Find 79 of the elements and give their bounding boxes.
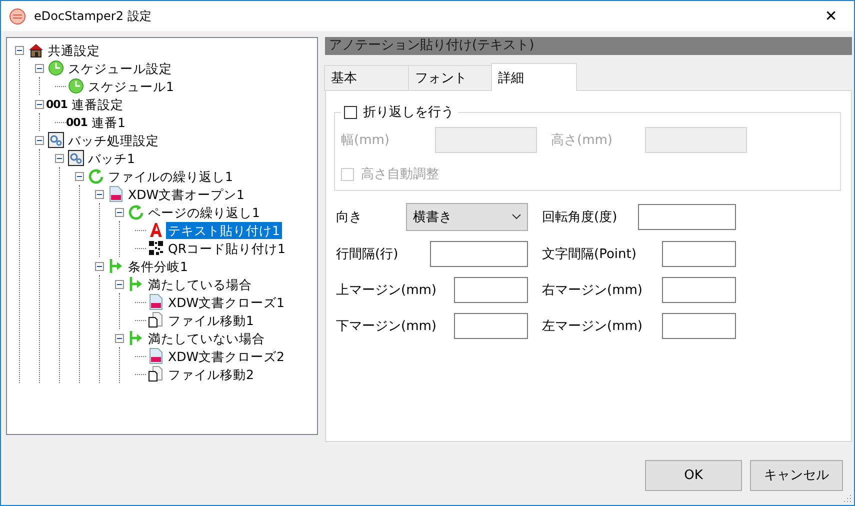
checkbox-label: 高さ自動調整 (361, 166, 439, 183)
collapse-icon[interactable] (15, 46, 24, 54)
input-field[interactable] (638, 204, 736, 230)
tree-item[interactable]: スケジュール1 (86, 78, 176, 94)
branch-icon (128, 276, 144, 292)
tree-item[interactable]: XDW文書クローズ1 (166, 294, 287, 310)
field-label: 文字間隔(Point) (542, 246, 636, 263)
qr-code-icon (148, 240, 164, 256)
tree-item[interactable]: ページの繰り返し1 (146, 204, 262, 220)
input-field[interactable] (662, 241, 736, 267)
input-field[interactable] (662, 313, 736, 339)
tree-item[interactable]: XDW文書クローズ2 (166, 348, 287, 364)
tree-item[interactable]: 満たしていない場合 (146, 330, 267, 346)
number-icon: 001 (66, 116, 88, 128)
file-icon (148, 312, 164, 328)
tree-item[interactable]: QRコード貼り付け1 (166, 240, 288, 256)
input-field[interactable] (662, 277, 736, 303)
ok-button[interactable]: OK (645, 460, 742, 490)
branch-icon (128, 330, 144, 346)
tree-item[interactable]: ファイルの繰り返し1 (106, 168, 235, 184)
tree-item[interactable]: ファイル移動1 (166, 312, 256, 328)
tree-item[interactable]: 満たしている場合 (146, 276, 254, 292)
document-icon (108, 186, 124, 202)
house-icon (28, 42, 44, 58)
collapse-icon[interactable] (115, 280, 124, 288)
gear-icon (48, 132, 64, 148)
checkbox[interactable] (344, 106, 357, 118)
field-label: 向き (336, 209, 362, 226)
field-label: 右マージン(mm) (542, 282, 642, 299)
tree-item[interactable]: テキスト貼り付け1 (166, 222, 282, 238)
document-icon (148, 348, 164, 364)
chevron-icon (512, 214, 521, 220)
tree-item[interactable]: スケジュール設定 (66, 60, 174, 76)
checkbox-label: 折り返しを行う (363, 104, 454, 121)
collapse-icon[interactable] (55, 154, 64, 162)
tree-item[interactable]: 共通設定 (46, 42, 102, 58)
collapse-icon[interactable] (35, 64, 44, 72)
tab[interactable]: 基本 (324, 65, 409, 91)
collapse-icon[interactable] (35, 136, 44, 144)
collapse-icon[interactable] (115, 334, 124, 342)
collapse-icon[interactable] (115, 208, 124, 216)
clock-icon (68, 78, 84, 94)
tree-item[interactable]: 条件分岐1 (126, 258, 190, 274)
window-title: eDocStamper2 設定 (34, 8, 152, 24)
tree-item[interactable]: 連番1 (89, 114, 128, 130)
stamp-icon (9, 8, 26, 24)
number-icon: 001 (46, 98, 68, 110)
tab[interactable]: 詳細 (491, 63, 577, 91)
letter-icon (148, 222, 164, 238)
tree-item[interactable]: バッチ1 (86, 150, 137, 166)
collapse-icon[interactable] (95, 190, 104, 198)
loop-icon (128, 204, 144, 220)
field-label: 下マージン(mm) (336, 318, 436, 335)
branch-icon (108, 258, 124, 274)
input-field[interactable] (454, 277, 528, 303)
collapse-icon[interactable] (95, 262, 104, 270)
panel-header: アノテーション貼り付け(テキスト) (325, 37, 852, 55)
tree-item[interactable]: XDW文書オープン1 (126, 186, 247, 202)
input-field[interactable] (430, 241, 528, 267)
dropdown[interactable]: 横書き (406, 203, 528, 231)
field-label: 左マージン(mm) (542, 318, 642, 335)
gear-icon (68, 150, 84, 166)
tree-item[interactable]: 連番設定 (69, 96, 126, 112)
field-label: 上マージン(mm) (336, 282, 436, 299)
field-label: 高さ(mm) (551, 132, 612, 149)
loop-icon (88, 168, 104, 184)
cancel-button[interactable]: キャンセル (750, 460, 843, 490)
tree-item[interactable]: ファイル移動2 (166, 366, 256, 382)
field-label: 行間隔(行) (336, 246, 398, 263)
document-icon (148, 294, 164, 310)
file-icon (148, 366, 164, 382)
collapse-icon[interactable] (35, 100, 44, 108)
resize-grip-icon[interactable] (842, 493, 852, 503)
collapse-icon[interactable] (75, 172, 84, 180)
field-label: 回転角度(度) (542, 209, 618, 226)
field-label: 幅(mm) (341, 132, 390, 149)
clock-icon (48, 60, 64, 76)
input-field[interactable] (454, 313, 528, 339)
tree-item[interactable]: バッチ処理設定 (66, 132, 161, 148)
